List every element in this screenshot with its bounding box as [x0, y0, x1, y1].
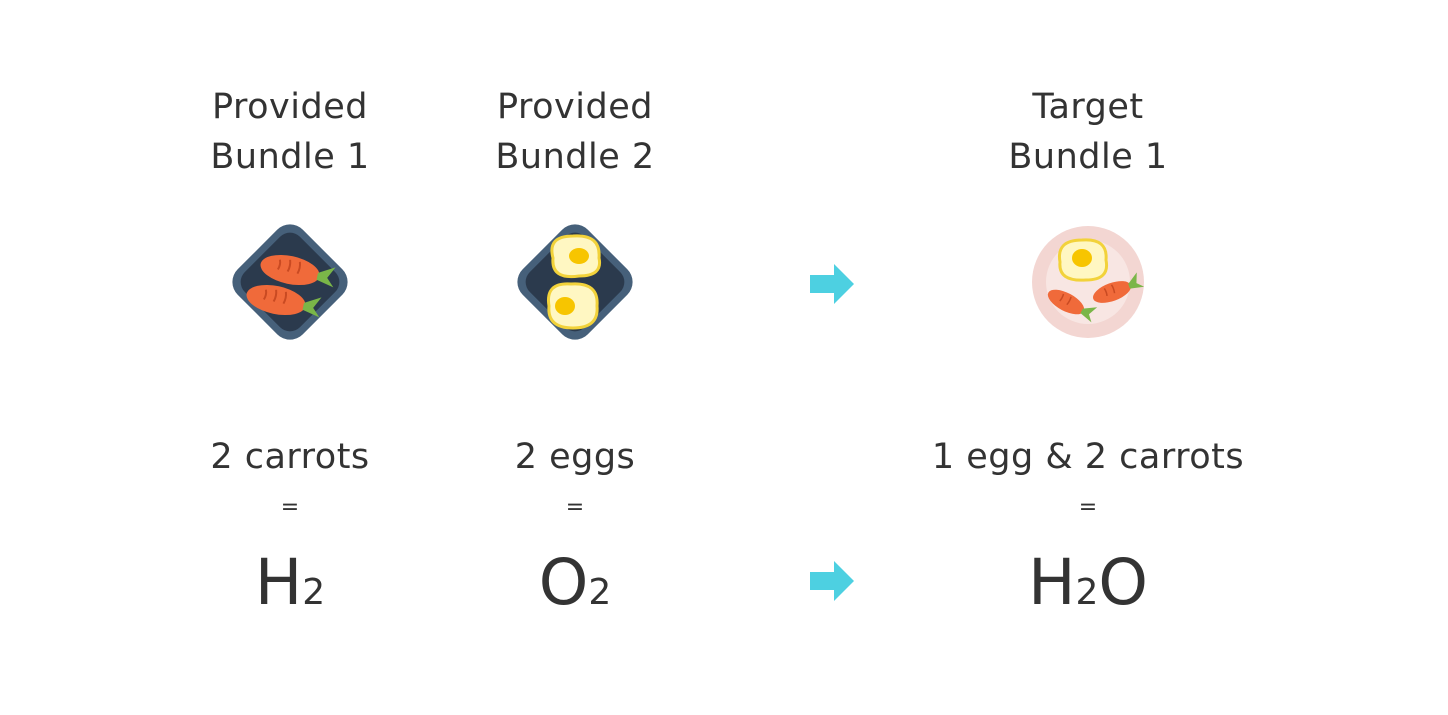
bundle-title: Target Bundle 1 — [918, 82, 1258, 182]
chemical-formula: H2O — [918, 545, 1258, 631]
formula-main: H — [254, 546, 303, 619]
bundle-caption: 2 eggs — [514, 437, 636, 477]
plate-with-egg-and-carrots-icon — [1032, 226, 1145, 338]
formula-tail: O — [1098, 546, 1148, 619]
tray-with-eggs-icon — [517, 224, 633, 340]
chemical-formula: O2 — [405, 545, 745, 631]
target-bundle-1-column: Target Bundle 1 1 egg & 2 carrots = H2O — [918, 0, 1258, 715]
arrow-right-icon — [810, 561, 854, 601]
provided-bundle-2-column: Provided Bundle 2 2 eggs = O2 — [405, 0, 745, 715]
arrow-right-icon — [810, 264, 854, 304]
formula-main: H — [1028, 546, 1076, 619]
equals-sign: = — [565, 495, 585, 520]
bundle-title: Provided Bundle 2 — [405, 82, 745, 182]
formula-subscript: 2 — [1075, 572, 1099, 613]
bundle-title-line1: Provided — [497, 87, 653, 127]
formula-subscript: 2 — [302, 572, 326, 613]
tray-with-carrots-icon — [232, 224, 348, 340]
bundle-title-line2: Bundle 1 — [1008, 137, 1168, 177]
formula-subscript: 2 — [588, 572, 612, 613]
formula-main: O — [538, 546, 589, 619]
bundle-caption: 1 egg & 2 carrots — [931, 437, 1245, 477]
equals-sign: = — [1078, 495, 1098, 520]
bundle-title-line2: Bundle 2 — [495, 137, 655, 177]
bundle-title-line1: Target — [1032, 87, 1144, 127]
